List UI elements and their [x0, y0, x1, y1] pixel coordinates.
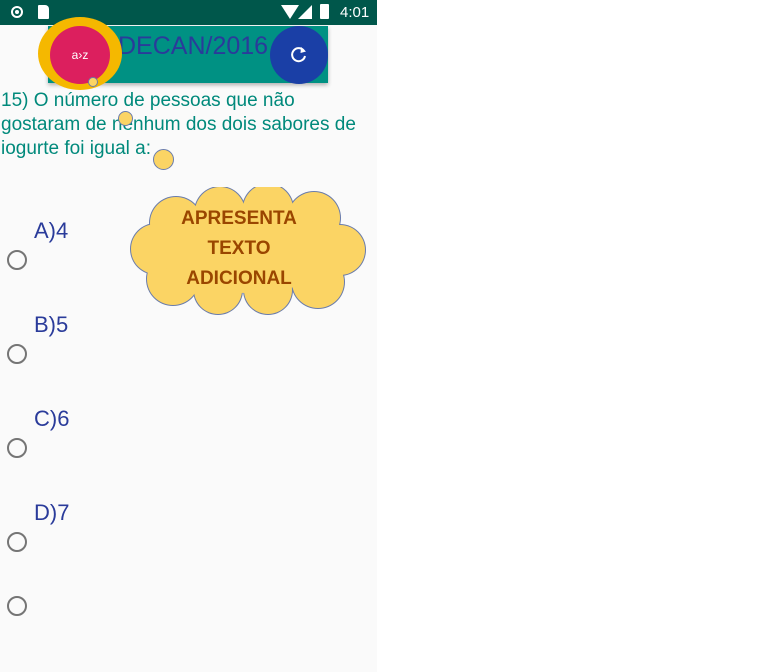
answer-option-d[interactable]: D)7	[0, 500, 377, 560]
signal-icon	[298, 5, 312, 19]
radio-button[interactable]	[7, 250, 27, 270]
notification-circle-icon	[11, 6, 23, 18]
option-label: B)5	[34, 312, 69, 337]
option-label: C)6	[34, 406, 70, 431]
thought-dot	[153, 149, 174, 170]
az-button[interactable]: a›z	[50, 26, 110, 84]
radio-button[interactable]	[7, 596, 27, 616]
app-screen: 4:01 DECAN/2016 a›z 15) O número de pess…	[0, 0, 377, 672]
wifi-icon	[281, 5, 299, 19]
status-bar: 4:01	[0, 0, 377, 25]
thought-dot	[88, 77, 98, 87]
answer-option-a[interactable]: A)4	[0, 218, 377, 278]
radio-button[interactable]	[7, 344, 27, 364]
option-label: A)4	[34, 218, 69, 243]
answer-option-c[interactable]: C)6	[0, 406, 377, 466]
radio-button[interactable]	[7, 532, 27, 552]
thought-dot	[118, 111, 133, 126]
sd-card-icon	[38, 5, 49, 19]
option-label: D)7	[34, 500, 70, 525]
refresh-button[interactable]	[270, 26, 328, 84]
radio-button[interactable]	[7, 438, 27, 458]
battery-icon	[320, 4, 329, 19]
refresh-icon	[291, 47, 306, 63]
answer-option-b[interactable]: B)5	[0, 312, 377, 372]
answer-option-e[interactable]	[0, 564, 377, 624]
page-title: DECAN/2016	[118, 32, 269, 60]
status-time: 4:01	[340, 4, 370, 21]
question-text: 15) O número de pessoas que não gostaram…	[1, 90, 356, 159]
